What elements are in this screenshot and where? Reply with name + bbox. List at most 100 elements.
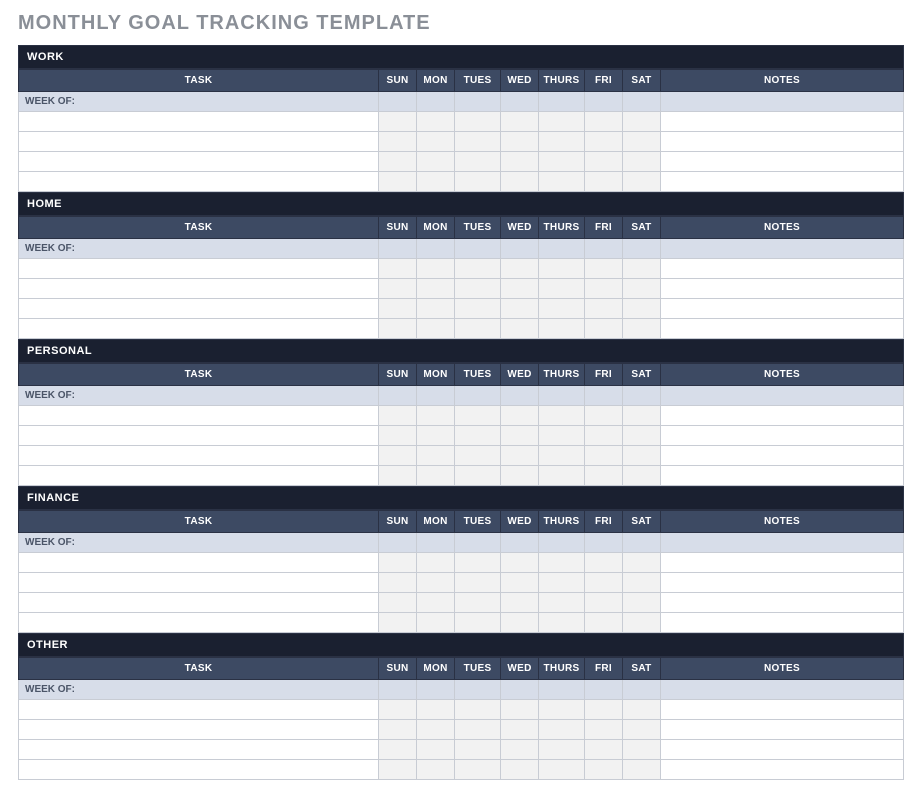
day-cell[interactable] xyxy=(501,279,539,299)
day-cell[interactable] xyxy=(379,299,417,319)
day-cell[interactable] xyxy=(379,279,417,299)
day-cell[interactable] xyxy=(585,259,623,279)
day-cell[interactable] xyxy=(417,299,455,319)
day-cell[interactable] xyxy=(539,553,585,573)
day-cell[interactable] xyxy=(417,446,455,466)
task-cell[interactable] xyxy=(19,466,379,486)
week-of-day-cell[interactable] xyxy=(417,533,455,553)
notes-cell[interactable] xyxy=(661,446,904,466)
day-cell[interactable] xyxy=(501,319,539,339)
notes-cell[interactable] xyxy=(661,760,904,780)
day-cell[interactable] xyxy=(585,152,623,172)
week-of-day-cell[interactable] xyxy=(455,386,501,406)
day-cell[interactable] xyxy=(379,700,417,720)
week-of-day-cell[interactable] xyxy=(539,680,585,700)
day-cell[interactable] xyxy=(501,152,539,172)
day-cell[interactable] xyxy=(539,573,585,593)
day-cell[interactable] xyxy=(417,319,455,339)
day-cell[interactable] xyxy=(539,760,585,780)
week-of-label[interactable]: WEEK OF: xyxy=(19,533,379,553)
task-cell[interactable] xyxy=(19,319,379,339)
week-of-notes-cell[interactable] xyxy=(661,386,904,406)
week-of-day-cell[interactable] xyxy=(585,92,623,112)
notes-cell[interactable] xyxy=(661,426,904,446)
task-cell[interactable] xyxy=(19,152,379,172)
week-of-notes-cell[interactable] xyxy=(661,239,904,259)
week-of-day-cell[interactable] xyxy=(379,533,417,553)
task-cell[interactable] xyxy=(19,573,379,593)
day-cell[interactable] xyxy=(379,466,417,486)
day-cell[interactable] xyxy=(623,466,661,486)
week-of-day-cell[interactable] xyxy=(501,533,539,553)
week-of-day-cell[interactable] xyxy=(585,680,623,700)
week-of-day-cell[interactable] xyxy=(585,533,623,553)
day-cell[interactable] xyxy=(417,172,455,192)
day-cell[interactable] xyxy=(623,553,661,573)
day-cell[interactable] xyxy=(623,112,661,132)
day-cell[interactable] xyxy=(623,740,661,760)
day-cell[interactable] xyxy=(585,760,623,780)
week-of-day-cell[interactable] xyxy=(623,239,661,259)
day-cell[interactable] xyxy=(455,553,501,573)
day-cell[interactable] xyxy=(501,132,539,152)
week-of-label[interactable]: WEEK OF: xyxy=(19,239,379,259)
week-of-day-cell[interactable] xyxy=(379,92,417,112)
notes-cell[interactable] xyxy=(661,299,904,319)
day-cell[interactable] xyxy=(379,593,417,613)
day-cell[interactable] xyxy=(585,406,623,426)
day-cell[interactable] xyxy=(455,279,501,299)
day-cell[interactable] xyxy=(539,152,585,172)
notes-cell[interactable] xyxy=(661,720,904,740)
day-cell[interactable] xyxy=(379,132,417,152)
day-cell[interactable] xyxy=(501,700,539,720)
day-cell[interactable] xyxy=(539,406,585,426)
day-cell[interactable] xyxy=(455,466,501,486)
week-of-day-cell[interactable] xyxy=(417,239,455,259)
day-cell[interactable] xyxy=(623,132,661,152)
day-cell[interactable] xyxy=(585,700,623,720)
day-cell[interactable] xyxy=(417,406,455,426)
day-cell[interactable] xyxy=(539,132,585,152)
task-cell[interactable] xyxy=(19,720,379,740)
day-cell[interactable] xyxy=(585,132,623,152)
day-cell[interactable] xyxy=(585,720,623,740)
day-cell[interactable] xyxy=(455,740,501,760)
week-of-day-cell[interactable] xyxy=(455,680,501,700)
day-cell[interactable] xyxy=(623,700,661,720)
day-cell[interactable] xyxy=(501,553,539,573)
day-cell[interactable] xyxy=(379,172,417,192)
week-of-day-cell[interactable] xyxy=(417,386,455,406)
day-cell[interactable] xyxy=(539,593,585,613)
day-cell[interactable] xyxy=(417,593,455,613)
day-cell[interactable] xyxy=(501,426,539,446)
week-of-day-cell[interactable] xyxy=(501,680,539,700)
task-cell[interactable] xyxy=(19,553,379,573)
task-cell[interactable] xyxy=(19,279,379,299)
day-cell[interactable] xyxy=(455,172,501,192)
day-cell[interactable] xyxy=(623,613,661,633)
day-cell[interactable] xyxy=(417,613,455,633)
week-of-day-cell[interactable] xyxy=(501,92,539,112)
notes-cell[interactable] xyxy=(661,593,904,613)
day-cell[interactable] xyxy=(539,112,585,132)
day-cell[interactable] xyxy=(417,152,455,172)
notes-cell[interactable] xyxy=(661,740,904,760)
day-cell[interactable] xyxy=(623,426,661,446)
day-cell[interactable] xyxy=(585,426,623,446)
day-cell[interactable] xyxy=(501,760,539,780)
day-cell[interactable] xyxy=(585,112,623,132)
day-cell[interactable] xyxy=(539,172,585,192)
day-cell[interactable] xyxy=(379,152,417,172)
week-of-label[interactable]: WEEK OF: xyxy=(19,680,379,700)
task-cell[interactable] xyxy=(19,112,379,132)
day-cell[interactable] xyxy=(623,152,661,172)
week-of-day-cell[interactable] xyxy=(623,680,661,700)
week-of-day-cell[interactable] xyxy=(623,533,661,553)
week-of-day-cell[interactable] xyxy=(455,239,501,259)
day-cell[interactable] xyxy=(417,760,455,780)
day-cell[interactable] xyxy=(417,700,455,720)
day-cell[interactable] xyxy=(623,446,661,466)
week-of-day-cell[interactable] xyxy=(379,239,417,259)
day-cell[interactable] xyxy=(585,466,623,486)
day-cell[interactable] xyxy=(379,319,417,339)
